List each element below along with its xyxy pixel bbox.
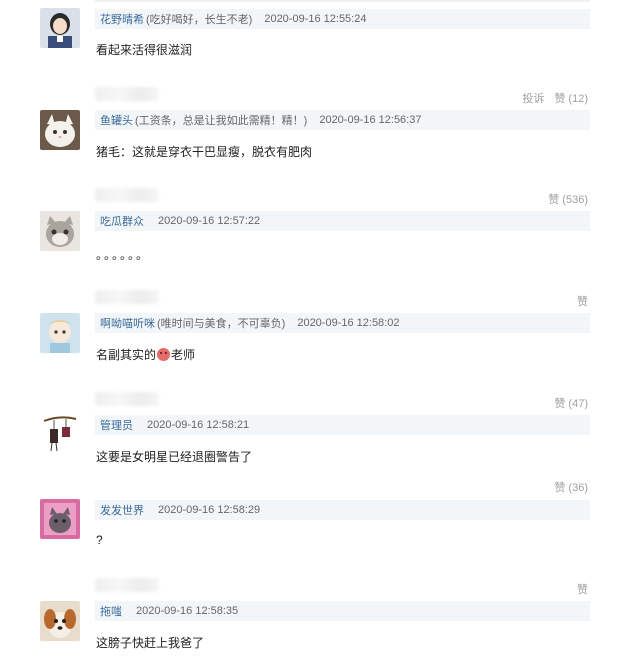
comment-text: 。。。。。。 [96,248,151,262]
comment-time: 2020-09-16 12:55:24 [264,13,367,25]
comment-actions: 投诉 赞 (12) [522,90,588,106]
username-link[interactable]: 发发世界 [100,502,144,518]
username-link[interactable]: 啊呦喵听咪 [100,315,155,331]
user-avatar[interactable] [40,499,80,539]
username-link[interactable]: 拖嗤 [100,603,122,619]
comment-text: 这膀子快赶上我爸了 [96,636,205,650]
comment-time: 2020-09-16 12:56:37 [319,114,422,126]
like-link[interactable]: 赞 [577,581,588,597]
comment-actions: 赞 [577,581,588,597]
username-link[interactable]: 花野晴希 [100,11,144,27]
user-avatar[interactable] [40,313,80,353]
comment-text: 猪毛：这就是穿衣干巴显瘦，脱衣有肥肉 [96,145,313,159]
username-link[interactable]: 鱼罐头 [100,112,133,128]
comment-text-part: 名副其实的 [96,348,157,362]
like-link[interactable]: 赞 (36) [554,479,588,495]
comment-time: 2020-09-16 12:57:22 [158,215,261,227]
like-link[interactable]: 赞 (47) [554,395,588,411]
comment-header: 啊呦喵听咪 (唯时间与美食，不可辜负) 2020-09-16 12:58:02 [95,313,590,333]
username-link[interactable]: 吃瓜群众 [100,213,144,229]
comment-text: 这要是女明星已经退圈警告了 [96,450,253,464]
blurred-reply-meta [95,290,159,304]
username-link[interactable]: 管理员 [100,417,133,433]
pig-face-icon [157,348,171,361]
comment-actions: 赞 (36) [554,479,588,495]
comment-header: 鱼罐头 (工资条，总是让我如此需精！精！) 2020-09-16 12:56:3… [95,110,590,130]
like-link[interactable]: 赞 (12) [554,90,588,106]
blurred-reply-meta [95,87,159,101]
comment-actions: 赞 (47) [554,395,588,411]
report-link[interactable]: 投诉 [522,90,544,106]
user-note: (唯时间与美食，不可辜负) [157,318,286,330]
comment-text: ? [96,533,103,547]
top-divider [95,0,590,2]
comment-actions: 赞 (536) [548,191,588,207]
comment-time: 2020-09-16 12:58:02 [297,317,400,329]
user-avatar[interactable] [40,601,80,641]
comment-time: 2020-09-16 12:58:21 [147,419,250,431]
comment-time: 2020-09-16 12:58:29 [158,504,261,516]
comment-actions: 赞 [577,293,588,309]
blurred-reply-meta [95,392,159,406]
comment-text: 看起来活得很滋润 [96,43,193,57]
comment-header: 花野晴希 (吃好喝好，长生不老) 2020-09-16 12:55:24 [95,9,590,29]
user-avatar[interactable] [40,413,80,453]
user-avatar[interactable] [40,110,80,150]
user-avatar[interactable] [40,8,80,48]
user-note: (工资条，总是让我如此需精！精！) [135,115,308,127]
user-note: (吃好喝好，长生不老) [146,14,253,26]
user-avatar[interactable] [40,211,80,251]
comment-header: 管理员 2020-09-16 12:58:21 [95,415,590,435]
comment-text: 名副其实的 老师 [96,346,195,363]
comment-time: 2020-09-16 12:58:35 [136,605,239,617]
blurred-reply-meta [95,188,159,202]
blurred-reply-meta [95,578,159,592]
comment-header: 发发世界 2020-09-16 12:58:29 [95,500,590,520]
like-link[interactable]: 赞 (536) [548,191,588,207]
comment-header: 拖嗤 2020-09-16 12:58:35 [95,601,590,621]
comment-header: 吃瓜群众 2020-09-16 12:57:22 [95,211,590,231]
like-link[interactable]: 赞 [577,293,588,309]
comment-text-part: 老师 [171,348,196,362]
